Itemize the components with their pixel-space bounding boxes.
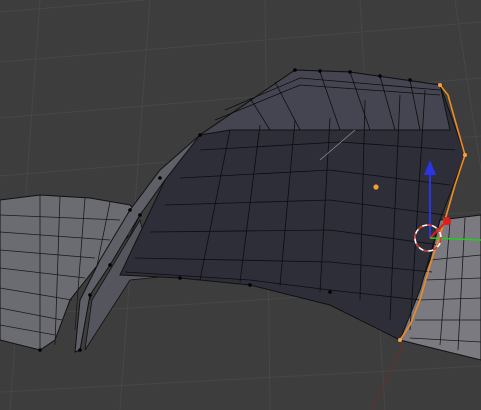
- object-origin-icon[interactable]: [373, 184, 379, 190]
- 3d-viewport[interactable]: [0, 0, 481, 410]
